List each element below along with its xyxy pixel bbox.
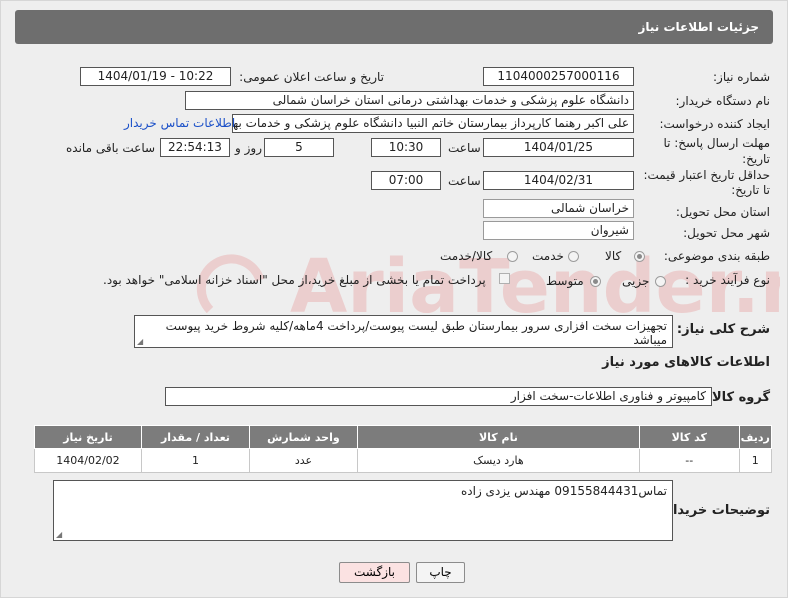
category-option-goods: کالا <box>605 249 622 263</box>
back-button[interactable]: بازگشت <box>339 562 410 583</box>
category-label: طبقه بندی موضوعی: <box>663 249 770 263</box>
treasury-payment-checkbox[interactable] <box>499 273 510 284</box>
announce-date-label: تاریخ و ساعت اعلان عمومی: <box>239 70 384 84</box>
page-header: جزئیات اطلاعات نیاز <box>15 10 773 44</box>
price-validity-time-label: ساعت <box>448 174 481 188</box>
deadline-label-date: تاریخ: <box>742 152 770 166</box>
category-radio-service[interactable] <box>568 251 579 262</box>
announce-date-field: 1404/01/19 - 10:22 <box>80 67 231 86</box>
deadline-time-field: 10:30 <box>371 138 441 157</box>
page-title: جزئیات اطلاعات نیاز <box>638 20 759 34</box>
process-option-medium: متوسط <box>546 274 584 288</box>
category-option-goods-service: کالا/خدمت <box>440 249 493 263</box>
process-radio-medium[interactable] <box>590 276 601 287</box>
item-group-field: کامپیوتر و فناوری اطلاعات-سخت افزار <box>165 387 712 406</box>
table-row: 1 -- هارد دیسک عدد 1 1404/02/02 <box>34 448 773 473</box>
col-unit: واحد شمارش <box>248 425 358 449</box>
resize-handle-icon[interactable]: ◢ <box>56 530 62 539</box>
col-item-code: کد کالا <box>638 425 740 449</box>
deadline-label: مهلت ارسال پاسخ: تا <box>663 136 770 150</box>
remaining-time-label: ساعت باقی مانده <box>66 141 156 155</box>
deadline-time-label: ساعت <box>448 141 481 155</box>
buyer-notes-field: تماس09155844431 مهندس یزدی زاده ◢ <box>53 480 673 541</box>
buyer-contact-link[interactable]: اطلاعات تماس خریدار <box>124 116 235 130</box>
creator-label: ایجاد کننده درخواست: <box>659 117 770 131</box>
cell-item-name: هارد دیسک <box>356 448 640 473</box>
items-section-title: اطلاعات کالاهای مورد نیاز <box>602 355 770 370</box>
items-table-header: ردیف کد کالا نام کالا واحد شمارش تعداد /… <box>34 425 773 449</box>
buyer-notes-label: توضیحات خریدار: <box>660 503 770 518</box>
province-field: خراسان شمالی <box>483 199 634 218</box>
city-label: شهر محل تحویل: <box>683 226 770 240</box>
item-group-label: گروه کالا: <box>706 390 770 405</box>
col-quantity: تعداد / مقدار <box>140 425 250 449</box>
buyer-org-field: دانشگاه علوم پزشکی و خدمات بهداشتی درمان… <box>185 91 634 110</box>
col-item-name: نام کالا <box>356 425 640 449</box>
description-text: تجهیزات سخت افزاری سرور بیمارستان طبق لی… <box>165 319 667 347</box>
cell-unit: عدد <box>248 448 358 473</box>
cell-row-number: 1 <box>738 448 773 473</box>
province-label: استان محل تحویل: <box>675 205 770 219</box>
creator-field: علی اکبر رهنما کارپرداز بیمارستان خاتم ا… <box>232 114 634 133</box>
city-field: شیروان <box>483 221 634 240</box>
col-need-date: تاریخ نیاز <box>34 425 142 449</box>
need-number-label: شماره نیاز: <box>713 70 770 84</box>
description-field: تجهیزات سخت افزاری سرور بیمارستان طبق لی… <box>134 315 673 348</box>
need-number-field: 1104000257000116 <box>483 67 634 86</box>
resize-handle-icon[interactable]: ◢ <box>137 337 143 346</box>
col-row-number: ردیف <box>738 425 773 449</box>
price-validity-date-field: 1404/02/31 <box>483 171 634 190</box>
price-validity-label: حداقل تاریخ اعتبار قیمت: <box>643 168 770 182</box>
category-radio-goods-service[interactable] <box>507 251 518 262</box>
process-option-minor: جزیی <box>622 274 650 288</box>
category-radio-goods[interactable] <box>634 251 645 262</box>
treasury-payment-note: پرداخت تمام یا بخشی از مبلغ خرید،از محل … <box>103 273 486 287</box>
cell-quantity: 1 <box>140 448 250 473</box>
price-validity-time-field: 07:00 <box>371 171 441 190</box>
print-button[interactable]: چاپ <box>416 562 465 583</box>
price-validity-label-date: تا تاریخ: <box>731 183 770 197</box>
items-table: ردیف کد کالا نام کالا واحد شمارش تعداد /… <box>34 425 773 473</box>
cell-need-date: 1404/02/02 <box>34 448 142 473</box>
process-type-label: نوع فرآیند خرید : <box>685 273 770 287</box>
cell-item-code: -- <box>638 448 740 473</box>
days-label: روز و <box>235 141 262 155</box>
days-remaining-field: 5 <box>264 138 334 157</box>
remaining-time-field: 22:54:13 <box>160 138 230 157</box>
deadline-date-field: 1404/01/25 <box>483 138 634 157</box>
description-label: شرح کلی نیاز: <box>676 322 770 337</box>
buyer-org-label: نام دستگاه خریدار: <box>675 94 771 108</box>
category-option-service: خدمت <box>532 249 564 263</box>
process-radio-minor[interactable] <box>655 276 666 287</box>
buyer-notes-text: تماس09155844431 مهندس یزدی زاده <box>460 484 667 498</box>
